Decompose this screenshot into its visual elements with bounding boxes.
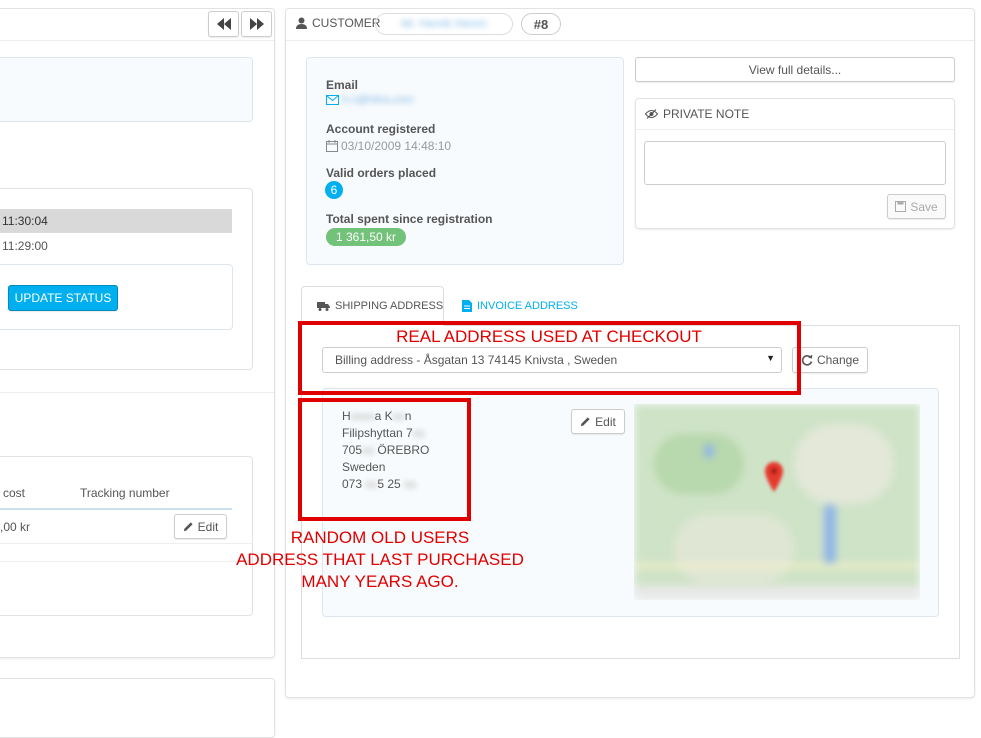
customer-header-line (286, 40, 974, 41)
pencil-icon (581, 417, 590, 427)
customer-heading: CUSTOMER (296, 16, 380, 30)
email-label: Email (326, 78, 359, 92)
view-full-details-button[interactable]: View full details... (635, 57, 955, 82)
update-status-button[interactable]: UPDATE STATUS (8, 285, 118, 311)
col-header-tracking: Tracking number (80, 486, 170, 500)
history-time: 11:29:00 (2, 239, 48, 253)
private-note-header-line (636, 129, 954, 130)
table-row-line (0, 543, 253, 544)
tab-invoice-address[interactable]: INVOICE ADDRESS (462, 300, 578, 312)
order-info-well (0, 57, 253, 122)
email-value[interactable]: h.n@hitra.com (326, 94, 414, 106)
tab-shipping-address-label: SHIPPING ADDRESS (317, 300, 443, 312)
private-note-textarea[interactable] (644, 141, 946, 185)
private-note-heading: PRIVATE NOTE (645, 107, 749, 121)
prev-order-button[interactable] (208, 11, 239, 37)
edit-shipping-button[interactable]: Edit (174, 514, 227, 539)
annotation-box-old-address (298, 398, 471, 521)
customer-number-badge: #8 (521, 13, 561, 35)
table-header-line (0, 508, 232, 510)
double-chevron-left-icon (216, 18, 231, 30)
map-pin-icon (765, 462, 783, 492)
cost-cell: ,00 kr (0, 520, 31, 534)
pencil-icon (183, 522, 193, 532)
col-header-cost: cost (3, 486, 26, 500)
registered-value: 03/10/2009 14:48:10 (326, 139, 451, 153)
annotation-checkout-text: REAL ADDRESS USED AT CHECKOUT (396, 327, 702, 346)
history-time: 11:30:04 (2, 214, 48, 228)
envelope-icon (326, 95, 339, 105)
registered-label: Account registered (326, 122, 436, 136)
edit-address-button[interactable]: Edit (571, 409, 625, 434)
truck-icon (317, 302, 330, 311)
separator-line (0, 392, 274, 393)
spent-label: Total spent since registration (326, 212, 493, 226)
orders-label: Valid orders placed (326, 166, 437, 180)
change-address-button[interactable]: Change (792, 347, 868, 373)
next-order-button[interactable] (241, 11, 272, 37)
edit-label: Edit (197, 519, 219, 534)
bottom-left-panel (0, 678, 275, 738)
floppy-disk-icon (895, 201, 907, 212)
eye-slash-icon (645, 109, 658, 119)
spent-badge: 1 361,50 kr (326, 228, 406, 246)
table-row-line-2 (0, 561, 253, 562)
file-text-icon (462, 300, 472, 312)
calendar-icon (326, 140, 338, 152)
double-chevron-right-icon (249, 18, 264, 30)
orders-badge: 6 (325, 181, 343, 199)
address-map[interactable] (634, 404, 920, 600)
annotation-old-address-text: RANDOM OLD USERS ADDRESS THAT LAST PURCH… (236, 528, 524, 591)
refresh-icon (801, 354, 813, 366)
customer-name-link[interactable]: Mr. Henrik Hemm (375, 13, 513, 35)
save-note-button[interactable]: Save (887, 194, 946, 219)
panel-header-line (0, 40, 274, 41)
user-icon (296, 17, 307, 29)
